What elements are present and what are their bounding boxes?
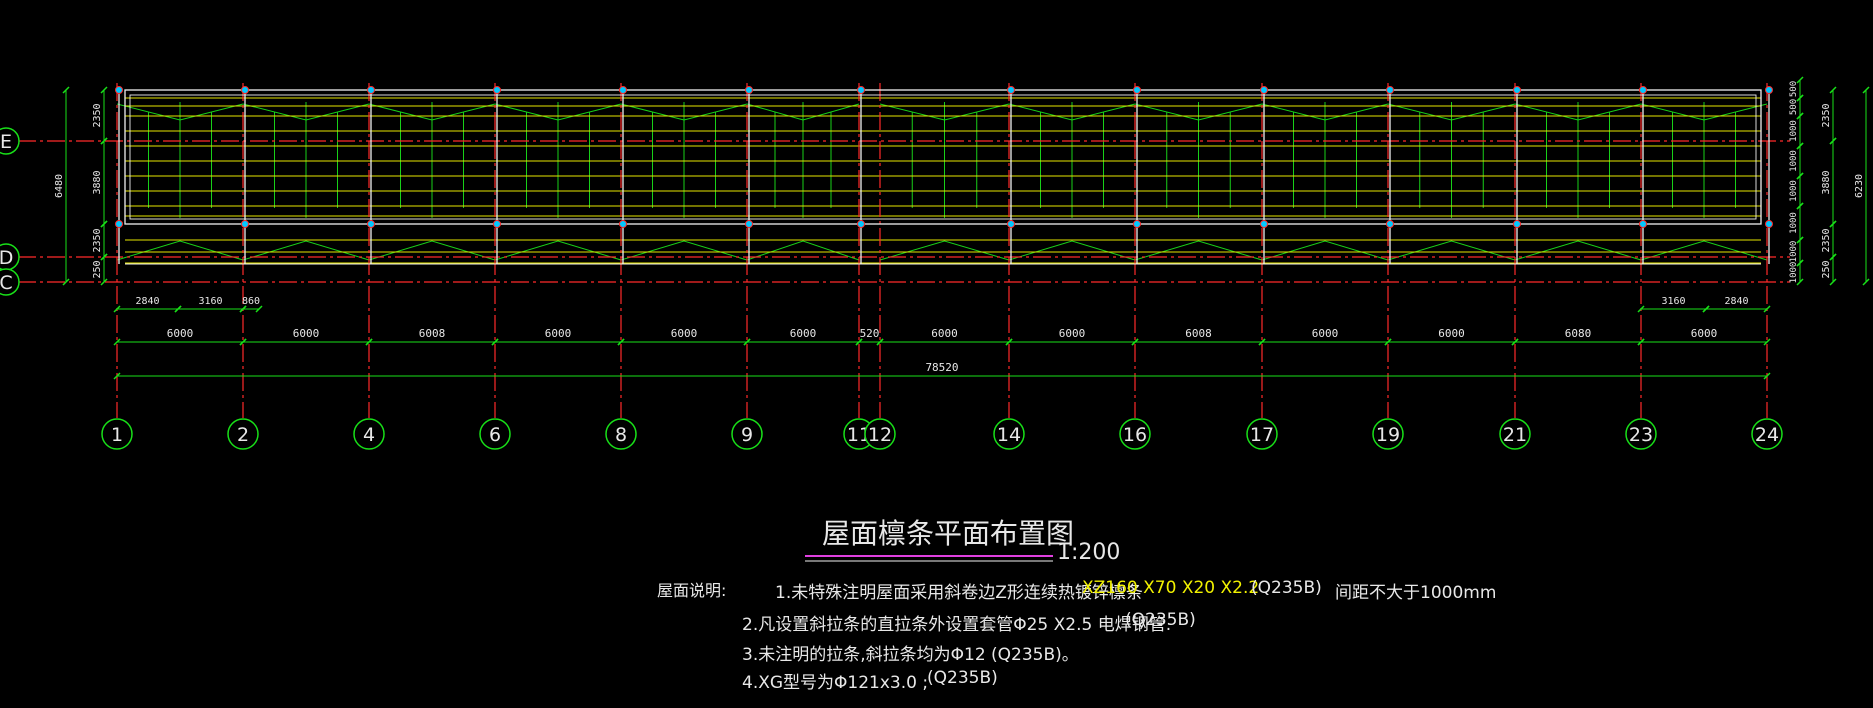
column-bottom-16 (1133, 220, 1141, 228)
dim-right-inner-6-label: 1000 (1789, 241, 1799, 263)
grid-bubble-label-9: 9 (741, 424, 753, 446)
grid-bubble-label-24: 24 (1755, 424, 1779, 446)
column-bottom-4 (367, 220, 375, 228)
diagonal-bracing (116, 102, 1768, 261)
grid-bubble-label-21: 21 (1503, 424, 1527, 446)
grid-bubble-label-23: 23 (1629, 424, 1653, 446)
column-bottom-19 (1386, 220, 1394, 228)
column-top-4 (367, 86, 375, 94)
column-top-11 (857, 86, 865, 94)
note-line-1-grade: (Q235B) (1251, 578, 1322, 598)
grid-bubble-label-12: 12 (868, 424, 892, 446)
drawing-title: 屋面檩条平面布置图 (822, 517, 1075, 550)
notes-heading: 屋面说明: (657, 581, 727, 600)
dim-right-inner-2-label: 1000 (1789, 120, 1799, 142)
dim-left-total-label: 6480 (54, 174, 65, 198)
column-top-23 (1639, 86, 1647, 94)
dim-right-0-label: 2350 (1821, 103, 1832, 127)
dim-right-total-label: 6230 (1854, 174, 1865, 198)
grid-bubble-label-4: 4 (363, 424, 375, 446)
grid-bubble-label-C: C (0, 272, 13, 294)
column-top-16 (1133, 86, 1141, 94)
dim-bottom-right-1-label: 2840 (1724, 296, 1748, 307)
dim-bottom-right-0-label: 3160 (1661, 296, 1685, 307)
dim-bay-12-label: 6080 (1565, 327, 1592, 340)
column-top-24 (1765, 86, 1773, 94)
dim-left-2-label: 2350 (92, 228, 103, 252)
dim-bottom-left-2-label: 860 (242, 296, 260, 307)
column-top-2 (241, 86, 249, 94)
note-line-4-grade: (Q235B) (927, 668, 998, 688)
column-bottom-11 (857, 220, 865, 228)
dim-left-1-label: 3880 (92, 170, 103, 194)
grid-bubble-label-8: 8 (615, 424, 627, 446)
grid-bubble-label-1: 1 (111, 424, 123, 446)
note-line-1-spacing: 间距不大于1000mm (1335, 583, 1497, 603)
grid-bubble-label-E: E (0, 131, 12, 153)
grid-bubble-label-2: 2 (237, 424, 249, 446)
dim-bay-5-label: 6000 (790, 327, 817, 340)
grid-bubble-label-16: 16 (1123, 424, 1147, 446)
dim-bay-13-label: 6000 (1691, 327, 1718, 340)
dim-right-inner-5-label: 1000 (1789, 212, 1799, 234)
dim-bay-9-label: 6008 (1185, 327, 1212, 340)
grid-bubble-label-D: D (0, 247, 13, 269)
column-bottom-1 (115, 220, 123, 228)
dimension-lines: 2840 3160 860 3160 2840 6000 6000 6008 6000 6000 6… (54, 76, 1870, 380)
note-line-2-grade: (Q235B) (1125, 610, 1196, 630)
dim-right-3-label: 250 (1821, 260, 1832, 278)
dim-bay-11-label: 6000 (1438, 327, 1465, 340)
column-top-1 (115, 86, 123, 94)
dim-right-inner-1-label: 500 (1789, 99, 1799, 115)
dim-right-inner-3-label: 1000 (1789, 150, 1799, 172)
column-bottom-23 (1639, 220, 1647, 228)
dim-bay-10-label: 6000 (1312, 327, 1339, 340)
grid-bubble-label-6: 6 (489, 424, 501, 446)
grid-bubble-label-17: 17 (1250, 424, 1274, 446)
column-top-6 (493, 86, 501, 94)
dim-total-label: 78520 (925, 361, 958, 374)
column-bottom-9 (745, 220, 753, 228)
grid-bubble-label-19: 19 (1376, 424, 1400, 446)
column-top-8 (619, 86, 627, 94)
dim-left-3-label: 250 (92, 260, 103, 278)
column-bottom-24 (1765, 220, 1773, 228)
drawing-scale: 1:200 (1057, 540, 1121, 565)
dim-right-1-label: 3880 (1821, 170, 1832, 194)
dim-right-2-label: 2350 (1821, 228, 1832, 252)
column-bottom-17 (1260, 220, 1268, 228)
dim-right-inner-7-label: 1000 (1789, 262, 1799, 284)
dim-bay-8-label: 6000 (1059, 327, 1086, 340)
roof-outline-inner (129, 94, 1757, 220)
note-line-3: 3.未注明的拉条,斜拉条均为Φ12 (Q235B)。 (742, 645, 1079, 665)
note-line-4: 4.XG型号为Φ121x3.0 ; (742, 673, 929, 693)
dim-bay-7-label: 6000 (931, 327, 958, 340)
column-bottom-2 (241, 220, 249, 228)
column-top-14 (1007, 86, 1015, 94)
dim-bay-1-label: 6000 (293, 327, 320, 340)
dim-left-0-label: 2350 (92, 103, 103, 127)
dim-bay-0-label: 6000 (167, 327, 194, 340)
dim-bay-4-label: 6000 (671, 327, 698, 340)
column-bottom-14 (1007, 220, 1015, 228)
column-bottom-21 (1513, 220, 1521, 228)
dim-bottom-left-1-label: 3160 (198, 296, 222, 307)
dim-bay-3-label: 6000 (545, 327, 572, 340)
note-line-2: 2.凡设置斜拉条的直拉条外设置套管Φ25 X2.5 电焊钢管. (742, 615, 1172, 635)
column-top-19 (1386, 86, 1394, 94)
note-line-1-spec: XZ160 X70 X20 X2.2 (1082, 578, 1260, 598)
column-top-21 (1513, 86, 1521, 94)
column-bottom-6 (493, 220, 501, 228)
column-bottom-8 (619, 220, 627, 228)
dim-right-inner-0-label: 500 (1789, 81, 1799, 97)
column-top-17 (1260, 86, 1268, 94)
column-top-9 (745, 86, 753, 94)
grid-bubble-label-14: 14 (997, 424, 1021, 446)
grid-axis-lines (18, 83, 1790, 418)
dim-bay-6-label: 520 (860, 327, 880, 340)
dim-bay-2-label: 6008 (419, 327, 446, 340)
dim-bottom-left-0-label: 2840 (135, 296, 159, 307)
dim-right-inner-4-label: 1000 (1789, 180, 1799, 202)
